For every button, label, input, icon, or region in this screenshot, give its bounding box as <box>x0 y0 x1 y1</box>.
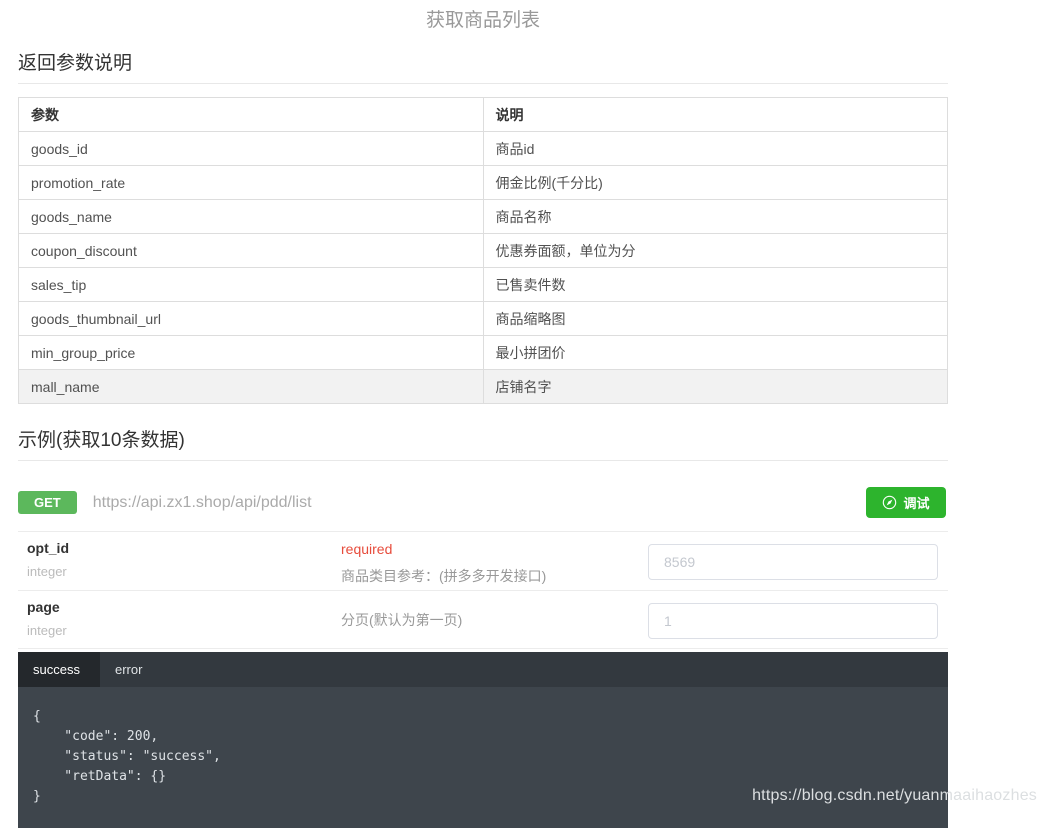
param-desc-cell: 佣金比例(千分比) <box>483 166 948 200</box>
param-desc-cell: 商品缩略图 <box>483 302 948 336</box>
result-code: { "code": 200, "status": "success", "ret… <box>33 707 948 807</box>
section-title-return-params: 返回参数说明 <box>18 48 948 72</box>
param-name-cell: goods_name <box>19 200 484 234</box>
param-name-cell: min_group_price <box>19 336 484 370</box>
param-desc-cell: 商品名称 <box>483 200 948 234</box>
table-row: promotion_rate 佣金比例(千分比) <box>19 166 948 200</box>
table-row-highlighted: mall_name 店铺名字 <box>19 370 948 404</box>
param-type: integer <box>27 623 341 638</box>
table-row: sales_tip 已售卖件数 <box>19 268 948 302</box>
param-name-cell: goods_thumbnail_url <box>19 302 484 336</box>
required-badge: required <box>341 541 648 557</box>
http-method-badge: GET <box>18 491 77 514</box>
page-title: 获取商品列表 <box>18 0 948 27</box>
table-header-desc: 说明 <box>483 98 948 132</box>
result-code-area: { "code": 200, "status": "success", "ret… <box>18 687 948 828</box>
table-row: goods_thumbnail_url 商品缩略图 <box>19 302 948 336</box>
param-desc-cell: 店铺名字 <box>483 370 948 404</box>
compass-icon <box>882 495 897 510</box>
debug-button-label: 调试 <box>903 493 929 512</box>
param-row-page: page integer 分页(默认为第一页) <box>18 591 948 649</box>
return-params-table: 参数 说明 goods_id 商品id promotion_rate 佣金比例(… <box>18 97 948 404</box>
param-desc-cell: 已售卖件数 <box>483 268 948 302</box>
param-name-cell: sales_tip <box>19 268 484 302</box>
param-desc-cell: 优惠券面额，单位为分 <box>483 234 948 268</box>
result-tabs: success error <box>18 652 948 687</box>
api-endpoint-row: GET https://api.zx1.shop/api/pdd/list 调试 <box>18 461 948 532</box>
param-desc-cell: 商品id <box>483 132 948 166</box>
param-name-cell: promotion_rate <box>19 166 484 200</box>
table-header-param: 参数 <box>19 98 484 132</box>
divider <box>18 83 948 84</box>
tab-success[interactable]: success <box>18 652 100 687</box>
page: 获取商品列表 返回参数说明 参数 说明 goods_id 商品id promot… <box>18 0 948 828</box>
api-url: https://api.zx1.shop/api/pdd/list <box>93 494 312 512</box>
param-row-opt-id: opt_id integer required 商品类目参考：(拼多多开发接口) <box>18 532 948 591</box>
opt-id-input[interactable] <box>648 544 938 580</box>
param-type: integer <box>27 564 341 579</box>
param-desc-cell: 最小拼团价 <box>483 336 948 370</box>
table-header-row: 参数 说明 <box>19 98 948 132</box>
param-name-cell: goods_id <box>19 132 484 166</box>
debug-button[interactable]: 调试 <box>866 487 946 518</box>
tab-error[interactable]: error <box>100 652 157 687</box>
page-input[interactable] <box>648 603 938 639</box>
param-name-cell: mall_name <box>19 370 484 404</box>
param-name-cell: coupon_discount <box>19 234 484 268</box>
table-row: min_group_price 最小拼团价 <box>19 336 948 370</box>
param-desc: 分页(默认为第一页) <box>341 610 462 630</box>
result-panel: success error { "code": 200, "status": "… <box>18 652 948 828</box>
param-desc: 商品类目参考：(拼多多开发接口) <box>341 566 648 586</box>
param-name: page <box>27 599 341 615</box>
table-row: goods_id 商品id <box>19 132 948 166</box>
table-row: goods_name 商品名称 <box>19 200 948 234</box>
section-title-example: 示例(获取10条数据) <box>18 425 948 449</box>
param-name: opt_id <box>27 540 341 556</box>
table-row: coupon_discount 优惠券面额，单位为分 <box>19 234 948 268</box>
